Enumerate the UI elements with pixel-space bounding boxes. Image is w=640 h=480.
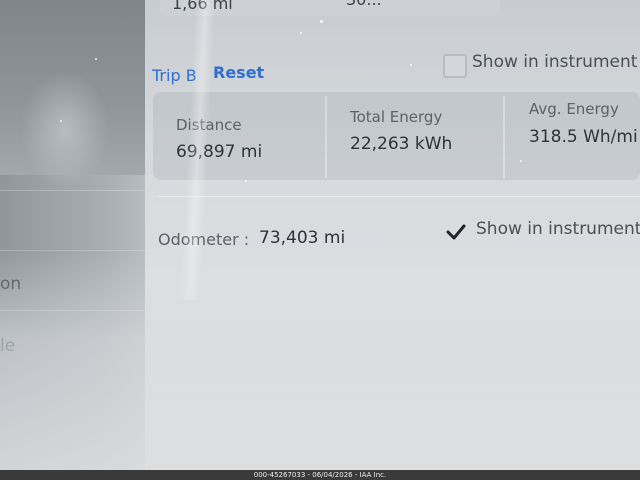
- avg-energy-label: Avg. Energy: [529, 100, 619, 118]
- trip-show-in-instrument-label[interactable]: Show in instrument p: [472, 52, 640, 72]
- total-energy-label: Total Energy: [350, 108, 443, 126]
- screen-photo: on le 1,66 mi 30... Trip B Reset Show in…: [0, 0, 640, 470]
- haze-overlay: [0, 250, 640, 470]
- dust-speck: [245, 180, 247, 182]
- stat-divider: [503, 96, 505, 178]
- trip-label: Trip B: [152, 66, 197, 85]
- section-divider: [158, 196, 640, 197]
- sidebar-divider: [0, 190, 145, 191]
- odometer-show-in-instrument-checkbox[interactable]: [446, 222, 466, 242]
- dust-speck: [320, 20, 323, 23]
- dust-speck: [95, 58, 97, 60]
- dust-speck: [300, 32, 302, 34]
- odometer-value: 73,403 mi: [259, 228, 346, 248]
- trip-show-in-instrument-checkbox[interactable]: [443, 54, 467, 78]
- previous-row-value: 30...: [346, 0, 382, 9]
- dust-speck: [520, 160, 522, 162]
- caption-text: 000-45267033 - 06/04/2026 - IAA Inc.: [253, 471, 387, 479]
- avg-energy-value: 318.5 Wh/mi: [529, 127, 638, 147]
- reset-button[interactable]: Reset: [213, 63, 264, 82]
- dust-speck: [410, 64, 412, 66]
- odometer-show-in-instrument-label[interactable]: Show in instrument: [476, 219, 640, 239]
- total-energy-value: 22,263 kWh: [350, 134, 453, 154]
- screen-glare: [20, 70, 110, 190]
- dust-speck: [60, 120, 62, 122]
- stat-divider: [325, 96, 327, 178]
- checkmark-icon: [446, 224, 466, 240]
